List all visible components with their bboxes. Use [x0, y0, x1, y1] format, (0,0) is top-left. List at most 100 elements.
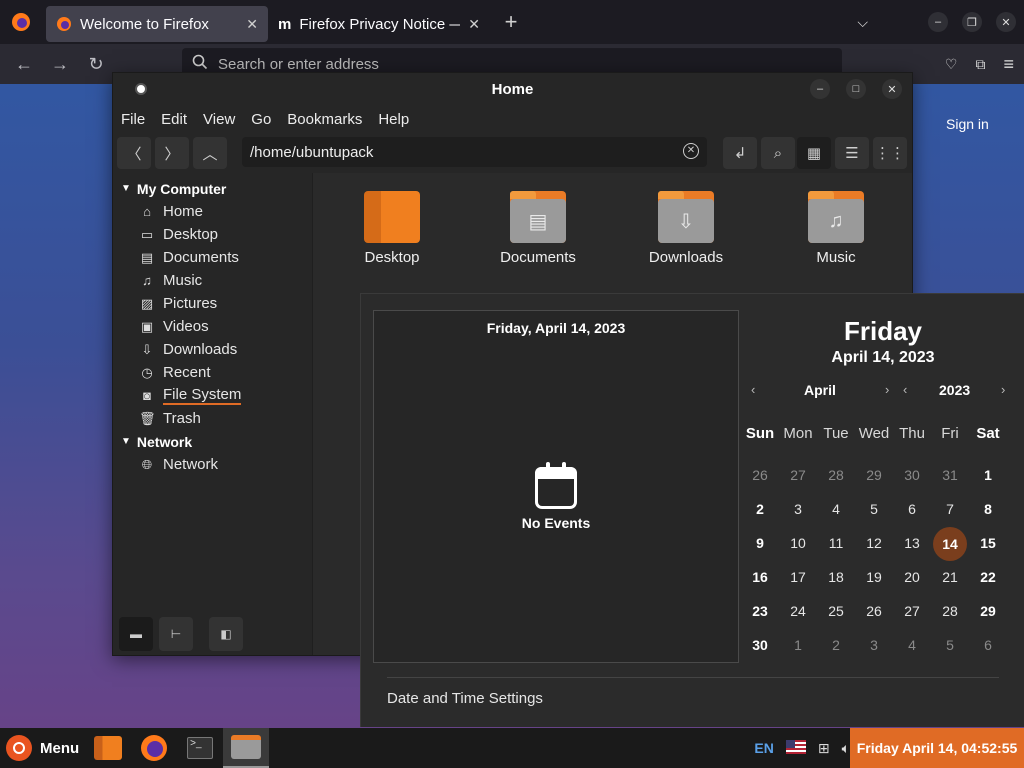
- menu-bookmarks[interactable]: Bookmarks: [287, 111, 362, 128]
- sidebar-section-my-computer[interactable]: ▼ My Computer: [113, 177, 312, 200]
- file-item-downloads[interactable]: ⇩ Downloads: [631, 191, 741, 266]
- date-time-settings-link[interactable]: Date and Time Settings: [387, 690, 543, 707]
- calendar-day[interactable]: 16: [741, 561, 779, 593]
- calendar-day[interactable]: 17: [779, 561, 817, 593]
- forward-button[interactable]: 〉: [155, 137, 189, 169]
- forward-icon[interactable]: →: [42, 54, 78, 75]
- calendar-day[interactable]: 3: [779, 493, 817, 525]
- menu-edit[interactable]: Edit: [161, 111, 187, 128]
- calendar-day[interactable]: 15: [969, 527, 1007, 559]
- calendar-day[interactable]: 10: [779, 527, 817, 559]
- calendar-day[interactable]: 3: [855, 629, 893, 661]
- calendar-day[interactable]: 30: [893, 459, 931, 491]
- show-places-button[interactable]: ▬: [119, 617, 153, 651]
- reload-icon[interactable]: ↻: [78, 54, 114, 75]
- sidebar-item-pictures[interactable]: ▨ Pictures: [113, 292, 312, 315]
- calendar-day[interactable]: 1: [779, 629, 817, 661]
- back-icon[interactable]: ←: [6, 54, 42, 75]
- next-month-icon[interactable]: ›: [885, 382, 889, 397]
- sidebar-item-desktop[interactable]: ▭ Desktop: [113, 223, 312, 246]
- file-item-desktop[interactable]: Desktop: [337, 191, 447, 266]
- calendar-day[interactable]: 2: [817, 629, 855, 661]
- minimize-icon[interactable]: –: [810, 79, 830, 99]
- calendar-day[interactable]: 6: [969, 629, 1007, 661]
- minimize-icon[interactable]: –: [928, 12, 948, 32]
- show-treeview-button[interactable]: ⊢: [159, 617, 193, 651]
- calendar-day[interactable]: 19: [855, 561, 893, 593]
- next-year-icon[interactable]: ›: [1001, 382, 1005, 397]
- clear-location-icon[interactable]: ✕: [683, 143, 699, 159]
- tab-privacy-notice[interactable]: m Firefox Privacy Notice — ✕: [268, 6, 490, 42]
- sidebar-item-trash[interactable]: 🗑︎ Trash: [113, 407, 312, 430]
- calendar-day-today[interactable]: 14: [931, 527, 969, 561]
- calendar-day[interactable]: 30: [741, 629, 779, 661]
- calendar-day[interactable]: 20: [893, 561, 931, 593]
- sidebar-item-music[interactable]: ♫ Music: [113, 269, 312, 292]
- volume-icon[interactable]: 🔈︎: [842, 740, 850, 757]
- sidebar-item-home[interactable]: ⌂ Home: [113, 200, 312, 223]
- firefox-icon[interactable]: [0, 0, 42, 44]
- calendar-day[interactable]: 25: [817, 595, 855, 627]
- calendar-day[interactable]: 27: [779, 459, 817, 491]
- calendar-day[interactable]: 11: [817, 527, 855, 559]
- sign-in-link[interactable]: Sign in: [946, 116, 989, 132]
- sidebar-item-downloads[interactable]: ⇩ Downloads: [113, 338, 312, 361]
- restore-icon[interactable]: ❐: [962, 12, 982, 32]
- tab-welcome[interactable]: Welcome to Firefox ✕: [46, 6, 268, 42]
- clock-applet[interactable]: Friday April 14, 04:52:55: [850, 728, 1024, 768]
- keyboard-layout-indicator[interactable]: EN: [754, 740, 773, 756]
- calendar-day[interactable]: 5: [931, 629, 969, 661]
- sidebar-item-file-system[interactable]: ◙ File System: [113, 384, 312, 407]
- calendar-day[interactable]: 27: [893, 595, 931, 627]
- up-button[interactable]: ︿: [193, 137, 227, 169]
- calendar-day[interactable]: 8: [969, 493, 1007, 525]
- hide-sidebar-button[interactable]: ◧: [209, 617, 243, 651]
- close-icon[interactable]: ✕: [996, 12, 1016, 32]
- calendar-day[interactable]: 28: [931, 595, 969, 627]
- prev-year-icon[interactable]: ‹: [903, 382, 907, 397]
- menu-go[interactable]: Go: [251, 111, 271, 128]
- calendar-day[interactable]: 26: [741, 459, 779, 491]
- calendar-day[interactable]: 28: [817, 459, 855, 491]
- calendar-day[interactable]: 23: [741, 595, 779, 627]
- firefox-launcher[interactable]: [131, 728, 177, 768]
- calendar-day[interactable]: 4: [817, 493, 855, 525]
- menu-button[interactable]: Menu: [0, 728, 79, 768]
- calendar-day[interactable]: 21: [931, 561, 969, 593]
- show-desktop-launcher[interactable]: [85, 728, 131, 768]
- calendar-day[interactable]: 31: [931, 459, 969, 491]
- terminal-launcher[interactable]: >_: [177, 728, 223, 768]
- sidebar-item-videos[interactable]: ▣ Videos: [113, 315, 312, 338]
- calendar-day[interactable]: 18: [817, 561, 855, 593]
- extensions-icon[interactable]: ⧉: [975, 56, 985, 73]
- window-titlebar[interactable]: Home – □ ✕: [113, 73, 912, 105]
- menu-view[interactable]: View: [203, 111, 235, 128]
- sidebar-item-documents[interactable]: ▤ Documents: [113, 246, 312, 269]
- calendar-day[interactable]: 12: [855, 527, 893, 559]
- sidebar-item-recent[interactable]: ◷ Recent: [113, 361, 312, 384]
- us-flag-icon[interactable]: [785, 739, 806, 757]
- sidebar-item-network[interactable]: 🌐︎ Network: [113, 453, 312, 476]
- sidebar-section-network[interactable]: ▼ Network: [113, 430, 312, 453]
- compact-view-button[interactable]: ⋮⋮: [873, 137, 907, 169]
- chevron-down-icon[interactable]: ⌵: [857, 14, 868, 31]
- file-item-music[interactable]: ♫ Music: [781, 191, 891, 266]
- menu-file[interactable]: File: [121, 111, 145, 128]
- calendar-day[interactable]: 29: [855, 459, 893, 491]
- calendar-day[interactable]: 7: [931, 493, 969, 525]
- maximize-icon[interactable]: □: [846, 79, 866, 99]
- calendar-day[interactable]: 4: [893, 629, 931, 661]
- calendar-day[interactable]: 5: [855, 493, 893, 525]
- menu-help[interactable]: Help: [378, 111, 409, 128]
- prev-month-icon[interactable]: ‹: [751, 382, 755, 397]
- close-icon[interactable]: ✕: [882, 79, 902, 99]
- new-tab-icon[interactable]: +: [496, 9, 526, 35]
- calendar-day[interactable]: 13: [893, 527, 931, 559]
- search-button[interactable]: ⌕: [761, 137, 795, 169]
- calendar-day[interactable]: 22: [969, 561, 1007, 593]
- calendar-day[interactable]: 9: [741, 527, 779, 559]
- toggle-location-entry-button[interactable]: ↲: [723, 137, 757, 169]
- calendar-day[interactable]: 29: [969, 595, 1007, 627]
- back-button[interactable]: 〈: [117, 137, 151, 169]
- network-icon[interactable]: ⊞: [818, 740, 830, 757]
